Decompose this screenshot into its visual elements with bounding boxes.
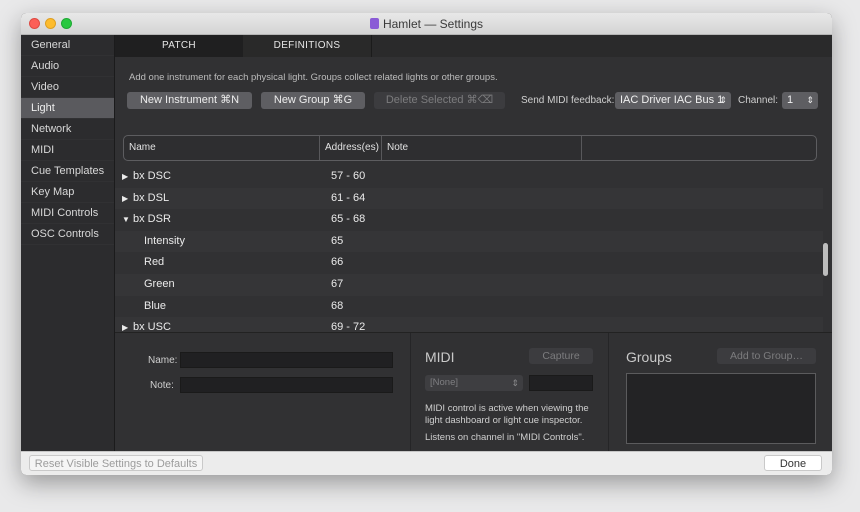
light-settings-pane: PATCH DEFINITIONS Add one instrument for… (115, 35, 832, 462)
row-address: 68 (331, 299, 344, 312)
row-name: Intensity (144, 234, 185, 247)
table-scrollbar-thumb[interactable] (823, 243, 828, 276)
column-header-addresses[interactable]: Address(es) (319, 136, 387, 160)
row-name-text: bx DSR (133, 213, 171, 226)
sidebar-item-cue-templates[interactable]: Cue Templates (21, 161, 114, 182)
new-group-button[interactable]: New Group ⌘G (261, 92, 365, 109)
note-label: Note: (150, 380, 174, 391)
title-bar: Hamlet — Settings (21, 13, 832, 35)
row-name: Blue (144, 299, 167, 312)
done-button[interactable]: Done (764, 455, 822, 471)
row-address: 65 (331, 234, 344, 247)
capture-button[interactable]: Capture (529, 348, 593, 364)
table-row[interactable]: Intensity 65 (115, 230, 823, 253)
name-label: Name: (148, 355, 178, 366)
row-address: 69 - 72 (331, 321, 366, 332)
name-field[interactable] (180, 352, 393, 368)
add-to-group-button[interactable]: Add to Group… (717, 348, 816, 364)
disclosure-triangle-icon[interactable]: ▼ (122, 209, 133, 231)
row-name: Green (144, 278, 175, 290)
row-address: 61 - 64 (331, 191, 366, 204)
midi-control-select[interactable]: [None] ⇕ (425, 375, 523, 391)
patch-table-header: Name Address(es) Note (123, 135, 817, 161)
sidebar-item-network[interactable]: Network (21, 119, 114, 140)
midi-control-value: [None] (430, 377, 458, 388)
midi-feedback-select[interactable]: IAC Driver IAC Bus 1 ⇕ (615, 92, 731, 109)
sidebar-item-osc-controls[interactable]: OSC Controls (21, 224, 114, 245)
disclosure-triangle-icon[interactable]: ▶ (122, 166, 133, 188)
disclosure-triangle-icon[interactable]: ▶ (122, 188, 133, 210)
table-row[interactable]: Red 66 (115, 252, 823, 274)
settings-footer: Reset Visible Settings to Defaults Done (21, 451, 832, 475)
settings-window: Hamlet — Settings General Audio Video Li… (21, 13, 832, 475)
patch-table-body: ▶ bx DSC 57 - 60 ▶ bx DSL 61 - 64 ▼ bx DSR … (115, 166, 832, 332)
pane-divider (608, 333, 609, 462)
midi-note-channel: Listens on channel in "MIDI Controls". (425, 432, 585, 443)
note-field[interactable] (180, 377, 393, 393)
window-title-text: Hamlet — Settings (382, 17, 484, 31)
table-row[interactable]: Green 67 (115, 274, 823, 296)
sidebar-item-midi-controls[interactable]: MIDI Controls (21, 203, 114, 224)
column-header-note[interactable]: Note (381, 136, 587, 160)
sidebar-item-midi[interactable]: MIDI (21, 140, 114, 161)
app-icon (369, 18, 379, 29)
row-address: 65 - 68 (331, 213, 366, 226)
patch-hint: Add one instrument for each physical lig… (129, 72, 498, 83)
row-address: 67 (331, 278, 344, 290)
new-instrument-button[interactable]: New Instrument ⌘N (127, 92, 252, 109)
sidebar-item-video[interactable]: Video (21, 77, 114, 98)
row-name: ▼ bx DSR (122, 209, 171, 231)
table-row[interactable]: ▶ bx DSC 57 - 60 (115, 166, 823, 188)
table-row[interactable]: ▶ bx USC 69 - 72 (115, 317, 823, 332)
disclosure-triangle-icon[interactable]: ▶ (122, 317, 133, 332)
midi-feedback-value: IAC Driver IAC Bus 1 (620, 94, 724, 106)
sidebar-item-key-map[interactable]: Key Map (21, 182, 114, 203)
tab-bar: PATCH DEFINITIONS (115, 35, 832, 57)
instrument-inspector: Name: Note: MIDI Capture [None] ⇕ MIDI co… (115, 332, 832, 462)
channel-select[interactable]: 1 ⇕ (782, 92, 818, 109)
column-header-name[interactable]: Name (124, 136, 324, 160)
sidebar-item-audio[interactable]: Audio (21, 56, 114, 77)
midi-section-title: MIDI (425, 349, 455, 365)
midi-feedback-label: Send MIDI feedback: (521, 95, 615, 106)
updown-icon: ⇕ (719, 95, 727, 105)
channel-value: 1 (787, 94, 794, 106)
row-name: ▶ bx DSL (122, 188, 169, 210)
midi-value-field[interactable] (529, 375, 593, 391)
row-name: ▶ bx DSC (122, 166, 171, 188)
updown-icon: ⇕ (511, 378, 519, 388)
row-name-text: bx DSL (133, 191, 170, 204)
groups-section-title: Groups (626, 349, 672, 365)
row-address: 57 - 60 (331, 170, 366, 182)
window-title: Hamlet — Settings (21, 17, 832, 31)
row-name-text: bx USC (133, 321, 171, 332)
row-name: ▶ bx USC (122, 317, 171, 332)
channel-label: Channel: (738, 95, 779, 106)
row-address: 66 (331, 256, 344, 269)
tab-definitions[interactable]: DEFINITIONS (243, 35, 372, 57)
row-name: Red (144, 256, 165, 269)
column-header-extra[interactable] (581, 136, 817, 160)
sidebar-item-light[interactable]: Light (21, 98, 114, 119)
midi-note-active: MIDI control is active when viewing the … (425, 403, 589, 426)
reset-defaults-button[interactable]: Reset Visible Settings to Defaults (29, 455, 203, 471)
delete-selected-button[interactable]: Delete Selected ⌘⌫ (374, 92, 505, 109)
sidebar-item-general[interactable]: General (21, 35, 114, 56)
pane-divider (410, 333, 411, 462)
tab-patch[interactable]: PATCH (115, 35, 243, 57)
table-row[interactable]: Blue 68 (115, 296, 823, 318)
row-name-text: bx DSC (133, 170, 171, 182)
groups-list[interactable] (626, 373, 816, 444)
updown-icon: ⇕ (806, 95, 814, 105)
table-row[interactable]: ▶ bx DSL 61 - 64 (115, 187, 823, 210)
settings-sidebar: General Audio Video Light Network MIDI C… (21, 35, 115, 461)
table-row[interactable]: ▼ bx DSR 65 - 68 (115, 209, 823, 231)
